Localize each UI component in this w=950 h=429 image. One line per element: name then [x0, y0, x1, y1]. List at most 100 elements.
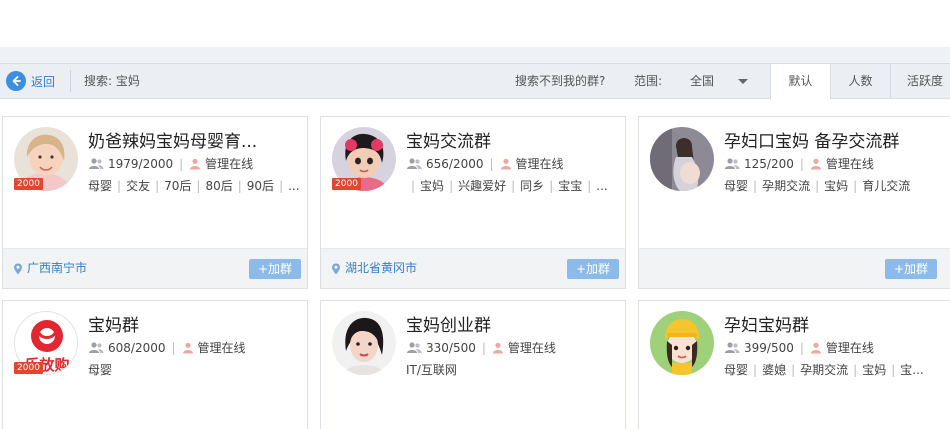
group-card[interactable]: 乐放购 2000 宝妈群 608/2000 | 管理在线 母婴	[2, 300, 308, 429]
group-tags: 母婴 | 交友 | 70后 | 80后 | 90后 |...	[88, 179, 300, 193]
group-meta: 125/200 | 管理在线	[724, 155, 874, 172]
tag: 孕期交流	[762, 179, 811, 193]
tag: 70后	[164, 179, 192, 193]
search-query-text: 搜索: 宝妈	[84, 74, 140, 88]
tag: 宝妈	[824, 179, 849, 193]
group-card[interactable]: 孕妇宝妈群 399/500 | 管理在线 母婴 | 婆媳 | 孕期交流 | 宝妈 | 宝...	[638, 300, 950, 429]
tag: 宝宝	[558, 179, 583, 193]
tag: IT/互联网	[406, 363, 457, 377]
tag: 孕期交流	[800, 363, 849, 377]
group-tags: 母婴 | 孕期交流 | 宝妈 | 育儿交流	[724, 179, 911, 193]
group-avatar	[650, 127, 714, 191]
group-location: 广西南宁市	[13, 249, 87, 288]
join-group-button[interactable]: +加群	[885, 259, 937, 279]
group-meta: 330/500 | 管理在线	[406, 339, 556, 356]
search-toolbar: 返回 搜索: 宝妈 搜索不到我的群? 范围: 全国 默认 人数 活跃度	[0, 63, 950, 100]
card-footer: +加群	[639, 248, 950, 288]
tag: 育儿交流	[862, 179, 911, 193]
tab-activity[interactable]: 活跃度	[890, 64, 950, 99]
tag: 兴趣爱好	[458, 179, 507, 193]
chevron-down-icon[interactable]	[738, 79, 748, 84]
group-card[interactable]: 孕妇口宝妈 备孕交流群 125/200 | 管理在线 母婴 | 孕期交流 | 宝妈 | 育儿…	[638, 116, 950, 289]
group-tags: 母婴 | 婆媳 | 孕期交流 | 宝妈 | 宝...	[724, 363, 924, 377]
tag: ...	[288, 179, 300, 193]
group-meta: 399/500 | 管理在线	[724, 339, 874, 356]
group-name[interactable]: 宝妈创业群	[406, 311, 491, 336]
group-tags: 母婴	[88, 361, 306, 378]
admin-icon	[810, 158, 822, 170]
tag: 母婴	[88, 363, 113, 377]
capacity-badge: 2000	[14, 178, 43, 190]
location-pin-icon	[331, 263, 341, 275]
tag: 90后	[246, 179, 275, 193]
toolbar-divider	[70, 70, 71, 92]
admin-status: 管理在线	[825, 341, 874, 355]
join-group-button[interactable]: +加群	[567, 259, 619, 279]
group-tags: | 宝妈 | 兴趣爱好 | 同乡 | 宝宝 |...	[411, 179, 608, 193]
tag: 宝...	[900, 363, 924, 377]
admin-icon	[810, 342, 822, 354]
back-button[interactable]: 返回	[6, 70, 55, 92]
admin-status: 管理在线	[825, 157, 874, 171]
tag: 母婴	[724, 363, 749, 377]
location-pin-icon	[13, 263, 23, 275]
tag: ...	[596, 179, 608, 193]
member-count: 656/2000	[426, 156, 484, 171]
cartoon-girl-icon	[650, 311, 714, 375]
member-count: 399/500	[744, 340, 794, 355]
tag: 母婴	[724, 179, 749, 193]
group-name[interactable]: 奶爸辣妈宝妈母婴育...	[88, 127, 257, 152]
card-footer: 广西南宁市 +加群	[3, 248, 307, 288]
tag: 交友	[126, 179, 151, 193]
tag: 宝妈	[420, 179, 445, 193]
capacity-badge: 2000	[332, 178, 361, 190]
group-name[interactable]: 宝妈群	[88, 311, 139, 336]
tab-default[interactable]: 默认	[770, 64, 830, 100]
join-group-button[interactable]: +加群	[249, 259, 301, 279]
members-icon	[724, 158, 740, 170]
group-meta: 656/2000 | 管理在线	[406, 155, 564, 172]
admin-status: 管理在线	[507, 341, 556, 355]
group-meta: 1979/2000 | 管理在线	[88, 155, 253, 172]
admin-status: 管理在线	[197, 341, 246, 355]
tag: 宝妈	[862, 363, 887, 377]
group-avatar	[650, 311, 714, 375]
group-card[interactable]: 宝妈创业群 330/500 | 管理在线 IT/互联网	[320, 300, 626, 429]
group-name[interactable]: 宝妈交流群	[406, 127, 491, 152]
range-select[interactable]: 全国	[690, 64, 714, 98]
admin-icon	[189, 158, 201, 170]
group-meta: 608/2000 | 管理在线	[88, 339, 246, 356]
back-arrow-icon	[6, 71, 26, 91]
members-icon	[88, 158, 104, 170]
top-band	[0, 47, 950, 63]
group-location: 湖北省黄冈市	[331, 249, 417, 288]
not-found-link[interactable]: 搜索不到我的群?	[515, 64, 605, 98]
tab-members[interactable]: 人数	[830, 64, 890, 99]
tag: 80后	[205, 179, 233, 193]
admin-status: 管理在线	[515, 157, 564, 171]
admin-status: 管理在线	[205, 157, 254, 171]
member-count: 1979/2000	[108, 156, 174, 171]
admin-icon	[492, 342, 504, 354]
member-count: 608/2000	[108, 340, 166, 355]
group-tags: IT/互联网	[406, 361, 624, 378]
tag: 同乡	[520, 179, 545, 193]
tag: 婆媳	[762, 363, 787, 377]
group-card[interactable]: 2000 奶爸辣妈宝妈母婴育... 1979/2000 | 管理在线 母婴 | 交友…	[2, 116, 308, 289]
admin-icon	[500, 158, 512, 170]
group-avatar	[332, 311, 396, 375]
capacity-badge: 2000	[14, 362, 43, 374]
group-card[interactable]: 2000 宝妈交流群 656/2000 | 管理在线 | 宝妈 | 兴趣爱好 | 同乡 | 宝…	[320, 116, 626, 289]
woman-portrait-icon	[332, 311, 396, 375]
group-name[interactable]: 孕妇宝妈群	[724, 311, 809, 336]
group-name[interactable]: 孕妇口宝妈 备孕交流群	[724, 127, 899, 152]
members-icon	[724, 342, 740, 354]
admin-icon	[182, 342, 194, 354]
tag: 母婴	[88, 179, 113, 193]
members-icon	[406, 158, 422, 170]
range-label: 范围:	[634, 74, 663, 88]
card-footer: 湖北省黄冈市 +加群	[321, 248, 625, 288]
member-count: 125/200	[744, 156, 794, 171]
members-icon	[88, 342, 104, 354]
member-count: 330/500	[426, 340, 476, 355]
